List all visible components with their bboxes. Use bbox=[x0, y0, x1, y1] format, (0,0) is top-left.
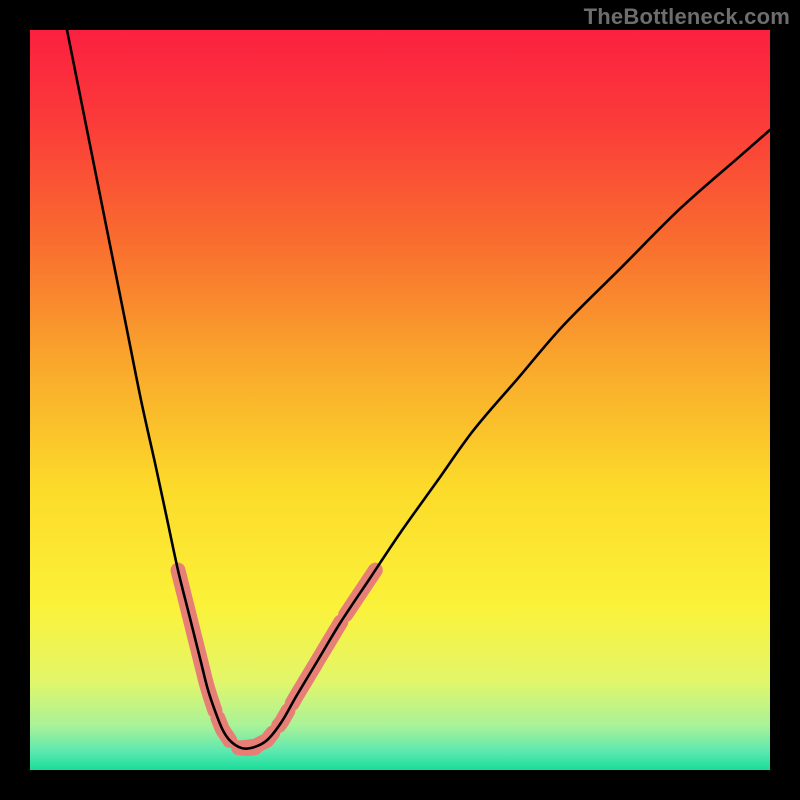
watermark-text: TheBottleneck.com bbox=[584, 4, 790, 30]
frame: TheBottleneck.com bbox=[0, 0, 800, 800]
plot-area bbox=[30, 30, 770, 770]
chart-svg bbox=[30, 30, 770, 770]
